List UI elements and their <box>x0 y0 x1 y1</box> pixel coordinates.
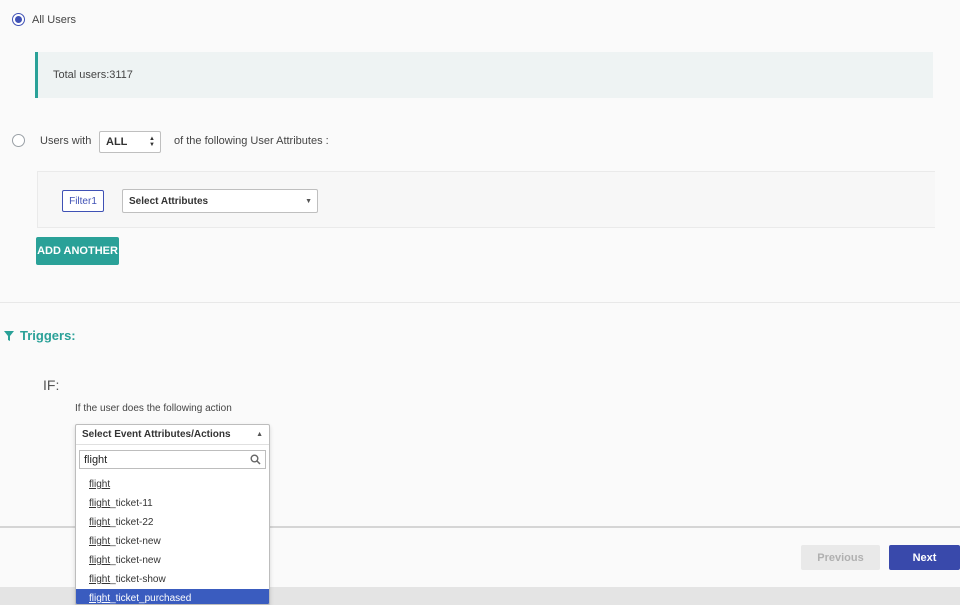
next-button[interactable]: Next <box>889 545 960 570</box>
filter-tag-label: Filter1 <box>69 195 97 207</box>
previous-label: Previous <box>817 551 864 564</box>
all-users-radio[interactable] <box>12 13 25 26</box>
caret-up-icon: ▲ <box>256 431 263 438</box>
event-search-input[interactable]: flight <box>79 450 266 469</box>
event-action-dropdown[interactable]: Select Event Attributes/Actions ▲ flight… <box>75 424 270 605</box>
event-option[interactable]: flight _ticket-new <box>76 532 269 551</box>
users-with-label: Users with <box>40 135 92 147</box>
previous-button[interactable]: Previous <box>801 545 880 570</box>
attribute-select-value: Select Attributes <box>129 195 209 207</box>
search-icon <box>250 454 261 465</box>
event-search-value: flight <box>84 453 108 466</box>
section-divider <box>0 302 960 303</box>
action-prompt: If the user does the following action <box>75 403 232 414</box>
attribute-select[interactable]: Select Attributes ▼ <box>122 189 318 213</box>
total-users-box: Total users:3117 <box>35 52 933 98</box>
event-select-placeholder: Select Event Attributes/Actions <box>82 429 231 440</box>
total-users-text: Total users:3117 <box>53 69 133 81</box>
event-option-highlighted[interactable]: flight _ticket_purchased <box>76 589 269 604</box>
filter-panel: Filter1 Select Attributes ▼ <box>37 171 935 228</box>
event-option[interactable]: flight <box>76 475 269 494</box>
if-label: IF: <box>43 377 60 393</box>
updown-caret-icon: ▲ ▼ <box>149 136 155 148</box>
next-label: Next <box>912 551 937 564</box>
filter-tag: Filter1 <box>62 190 104 212</box>
event-option[interactable]: flight _ticket-11 <box>76 494 269 513</box>
event-option[interactable]: flight _ticket-new <box>76 551 269 570</box>
add-another-button[interactable]: ADD ANOTHER <box>36 237 119 265</box>
attributes-suffix-label: of the following User Attributes : <box>174 135 329 147</box>
match-type-select[interactable]: ALL ▲ ▼ <box>99 131 161 153</box>
triggers-header: Triggers: <box>4 328 76 343</box>
radio-dot <box>15 16 22 23</box>
event-option[interactable]: flight _ticket-22 <box>76 513 269 532</box>
event-option[interactable]: flight _ticket-show <box>76 570 269 589</box>
event-select-header[interactable]: Select Event Attributes/Actions ▲ <box>76 425 269 445</box>
funnel-icon <box>4 330 14 341</box>
users-with-radio[interactable] <box>12 134 25 147</box>
caret-down-icon: ▼ <box>305 197 312 205</box>
all-users-label: All Users <box>32 14 77 26</box>
add-another-label: ADD ANOTHER <box>37 245 118 257</box>
match-type-value: ALL <box>106 136 128 148</box>
event-option-list: flight flight _ticket-11 flight _ticket-22… <box>76 475 269 604</box>
triggers-title: Triggers: <box>20 328 76 343</box>
